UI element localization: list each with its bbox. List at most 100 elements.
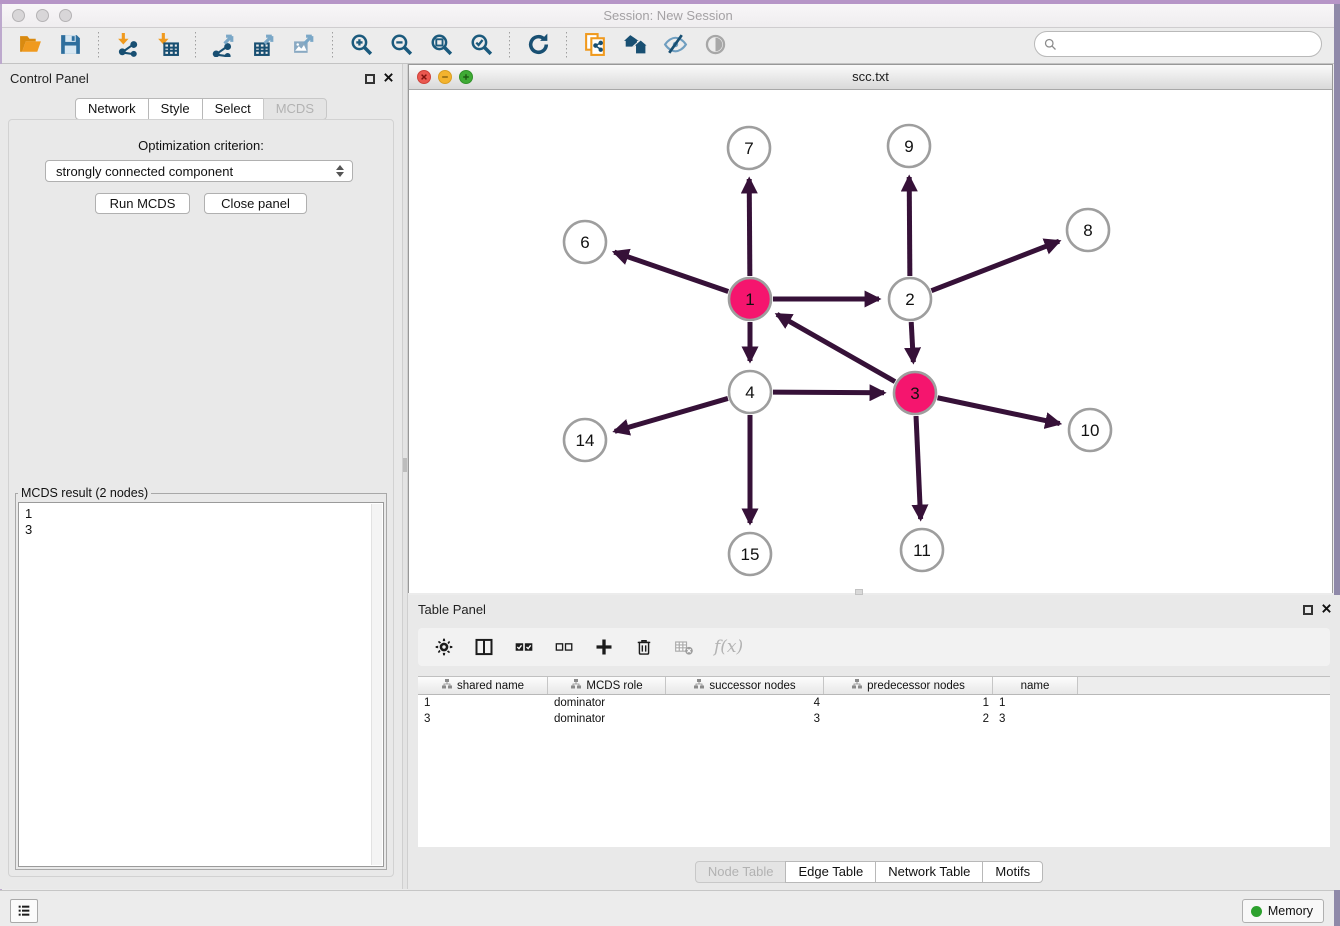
edge-2-3[interactable] [911,322,913,362]
zoom-selected-button[interactable] [466,31,496,61]
criterion-value: strongly connected component [56,164,332,179]
zoom-out-icon [389,32,414,60]
column-view-icon[interactable] [474,637,494,657]
mcds-result-group: MCDS result (2 nodes) 13 [15,486,387,870]
node-8[interactable]: 8 [1067,209,1109,251]
tab-mcds[interactable]: MCDS [263,98,327,120]
edge-2-9[interactable] [909,177,910,276]
tab-network-table[interactable]: Network Table [875,861,983,883]
edge-1-6[interactable] [614,252,728,291]
save-button[interactable] [55,31,85,61]
table-panel-tabs: Node TableEdge TableNetwork TableMotifs [408,861,1330,883]
edge-4-14[interactable] [615,398,728,431]
column-header-shared-name[interactable]: shared name [418,677,548,694]
node-9[interactable]: 9 [888,125,930,167]
delete-column-icon[interactable] [634,637,654,657]
mcds-result-line: 1 [25,506,383,522]
zoom-in-icon [349,32,374,60]
table-row[interactable]: 3dominator323 [418,711,1330,727]
network-view-title: scc.txt [409,69,1332,84]
node-1[interactable]: 1 [729,278,771,320]
add-column-icon[interactable] [594,637,614,657]
search-box[interactable] [1034,31,1322,57]
tab-select[interactable]: Select [202,98,264,120]
tab-node-table[interactable]: Node Table [695,861,787,883]
clone-network-button[interactable] [580,31,610,61]
memory-button[interactable]: Memory [1242,899,1324,923]
refresh-layout-button[interactable] [523,31,553,61]
node-14[interactable]: 14 [564,419,606,461]
node-6[interactable]: 6 [564,221,606,263]
optimization-criterion-label: Optimization criterion: [9,138,393,153]
export-image-button[interactable] [289,31,319,61]
cell-successor-nodes: 3 [666,711,824,727]
close-panel-icon[interactable] [383,71,394,86]
svg-text:8: 8 [1083,221,1092,240]
zoom-fit-button[interactable] [426,31,456,61]
clone-network-icon [583,32,608,60]
search-input[interactable] [1058,34,1321,54]
table-panel-header: Table Panel [408,595,1340,623]
task-history-button[interactable] [10,899,38,923]
mcds-result-textarea[interactable]: 13 [18,502,384,867]
cell-shared-name: 3 [418,711,548,727]
close-panel-button[interactable]: Close panel [204,193,307,214]
export-table-button[interactable] [249,31,279,61]
settings-gear-icon[interactable] [434,637,454,657]
select-all-icon[interactable] [514,637,534,657]
deselect-all-icon[interactable] [554,637,574,657]
toolbar-separator [195,32,196,60]
tab-style[interactable]: Style [148,98,203,120]
import-network-button[interactable] [112,31,142,61]
column-header-MCDS-role[interactable]: MCDS role [548,677,666,694]
column-header-predecessor-nodes[interactable]: predecessor nodes [824,677,993,694]
column-tree-icon [693,678,705,693]
float-panel-icon[interactable] [365,74,375,84]
edge-2-8[interactable] [931,241,1059,290]
edge-4-3[interactable] [773,392,884,393]
edge-1-7[interactable] [749,179,750,276]
zoom-in-button[interactable] [346,31,376,61]
svg-text:6: 6 [580,233,589,252]
open-folder-icon [18,32,43,60]
float-table-panel-icon[interactable] [1303,605,1313,615]
contrast-eye-icon [703,32,728,60]
export-network-button[interactable] [209,31,239,61]
refresh-layout-icon [526,32,551,60]
network-window-titlebar[interactable]: scc.txt [409,65,1332,90]
contrast-eye-button[interactable] [700,31,730,61]
tab-edge-table[interactable]: Edge Table [785,861,876,883]
column-header-name[interactable]: name [993,677,1078,694]
memory-label: Memory [1268,904,1313,918]
node-4[interactable]: 4 [729,371,771,413]
node-10[interactable]: 10 [1069,409,1111,451]
edge-3-1[interactable] [777,314,895,381]
edge-3-11[interactable] [916,416,921,519]
hide-panel-button[interactable] [660,31,690,61]
zoom-out-button[interactable] [386,31,416,61]
cell-successor-nodes: 4 [666,695,824,711]
splitter-grip[interactable] [403,458,407,472]
run-mcds-button[interactable]: Run MCDS [95,193,190,214]
import-table-button[interactable] [152,31,182,61]
svg-text:15: 15 [741,545,760,564]
result-scrollbar[interactable] [371,504,382,865]
node-11[interactable]: 11 [901,529,943,571]
tab-network[interactable]: Network [75,98,149,120]
node-2[interactable]: 2 [889,278,931,320]
edge-3-10[interactable] [938,398,1060,424]
table-row[interactable]: 1dominator411 [418,695,1330,711]
tab-motifs[interactable]: Motifs [982,861,1043,883]
svg-text:3: 3 [910,384,919,403]
node-7[interactable]: 7 [728,127,770,169]
criterion-dropdown[interactable]: strongly connected component [45,160,353,182]
home-button[interactable] [620,31,650,61]
node-15[interactable]: 15 [729,533,771,575]
column-tree-icon [570,678,582,693]
table-toolbar: f(x) [418,628,1330,666]
column-header-successor-nodes[interactable]: successor nodes [666,677,824,694]
network-canvas[interactable]: 1 2 3 4 6 7 8 9 10 11 14 15 [409,91,1332,593]
close-table-panel-icon[interactable] [1321,602,1332,617]
open-folder-button[interactable] [15,31,45,61]
node-3[interactable]: 3 [894,372,936,414]
